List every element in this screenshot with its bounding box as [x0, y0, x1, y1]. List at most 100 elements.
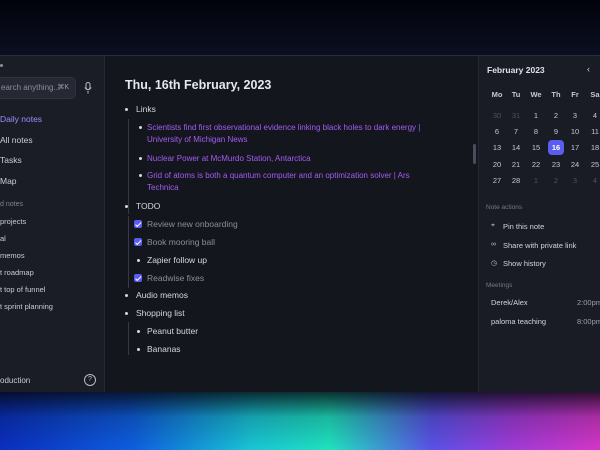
shopping-item[interactable]: Bananas — [147, 344, 181, 354]
link-text-line[interactable]: University of Michigan News — [147, 134, 420, 146]
calendar-day[interactable]: 10 — [566, 125, 584, 139]
bullet-point — [139, 157, 142, 160]
background-gradient — [0, 390, 600, 450]
help-icon[interactable]: ? — [84, 374, 96, 386]
calendar-day[interactable]: 30 — [488, 109, 506, 123]
link-item[interactable]: Scientists find first observational evid… — [147, 122, 420, 146]
weekday-header: Fr — [571, 90, 579, 99]
window-control-dot[interactable] — [0, 64, 3, 67]
calendar-day[interactable]: 11 — [586, 125, 600, 139]
calendar-day[interactable]: 20 — [488, 158, 506, 172]
link-item[interactable]: Nuclear Power at McMurdo Station, Antarc… — [147, 153, 311, 165]
bullet-point — [125, 205, 128, 208]
calendar-day[interactable]: 4 — [586, 174, 600, 188]
bullet-point — [139, 126, 142, 129]
calendar-day[interactable]: 22 — [527, 158, 545, 172]
calendar-day[interactable]: 6 — [488, 125, 506, 139]
sidebar-page-item[interactable]: t roadmap — [0, 268, 34, 277]
calendar-day[interactable]: 15 — [527, 141, 545, 155]
weekday-header: Sa — [590, 90, 600, 99]
meeting-time: 2:00pm — [577, 298, 600, 307]
action-label: Share with private link — [503, 241, 577, 250]
weekday-header: Mo — [491, 90, 503, 99]
todo-item[interactable]: Book mooring ball — [147, 237, 215, 247]
calendar-day[interactable]: 28 — [507, 174, 525, 188]
pin-icon: ⌖ — [491, 222, 495, 229]
calendar-day[interactable]: 17 — [566, 141, 584, 155]
nav-all-notes[interactable]: All notes — [0, 135, 33, 145]
link-text-line[interactable]: Nuclear Power at McMurdo Station, Antarc… — [147, 153, 311, 165]
todo-checkbox[interactable] — [134, 274, 142, 282]
link-text-line[interactable]: Grid of atoms is both a quantum computer… — [147, 170, 410, 182]
todo-item[interactable]: Readwise fixes — [147, 273, 204, 283]
calendar-day[interactable]: 3 — [566, 109, 584, 123]
audio-memos-item[interactable]: Audio memos — [136, 290, 188, 300]
calendar-day[interactable]: 25 — [586, 158, 600, 172]
bullet-point — [125, 312, 128, 315]
indent-guide — [128, 216, 129, 288]
sidebar-footer-label[interactable]: oduction — [0, 376, 30, 385]
sidebar-page-item[interactable]: al — [0, 234, 6, 243]
bullet-point — [137, 348, 140, 351]
sidebar-page-item[interactable]: t sprint planning — [0, 302, 53, 311]
nav-daily-notes[interactable]: Daily notes — [0, 114, 42, 124]
sidebar-page-item[interactable]: memos — [0, 251, 25, 260]
sidebar-page-item[interactable]: projects — [0, 217, 26, 226]
calendar-day[interactable]: 14 — [507, 141, 525, 155]
links-heading[interactable]: Links — [136, 104, 156, 114]
bullet-point — [137, 259, 140, 262]
todo-item[interactable]: Zapier follow up — [147, 255, 207, 265]
link-text-line[interactable]: Technica — [147, 182, 410, 194]
calendar-day[interactable]: 1 — [527, 109, 545, 123]
section-label-pinned: d notes — [0, 201, 23, 208]
calendar-day[interactable]: 2 — [547, 174, 565, 188]
calendar-day[interactable]: 13 — [488, 141, 506, 155]
nav-tasks[interactable]: Tasks — [0, 155, 22, 165]
calendar-day[interactable]: 9 — [547, 125, 565, 139]
link-text-line[interactable]: Scientists find first observational evid… — [147, 122, 420, 134]
calendar-day-selected[interactable]: 16 — [548, 140, 564, 155]
page-title: Thu, 16th February, 2023 — [125, 78, 272, 92]
link-icon: ∞ — [491, 241, 496, 248]
background-top — [0, 0, 600, 56]
calendar-day[interactable]: 3 — [566, 174, 584, 188]
todo-checkbox[interactable] — [134, 238, 142, 246]
bullet-point — [125, 108, 128, 111]
meeting-name[interactable]: paloma teaching — [491, 317, 546, 326]
scrollbar-thumb[interactable] — [473, 144, 476, 164]
right-panel: February 2023 ‹ Mo Tu We Th Fr Sa 30 31 … — [478, 56, 600, 392]
calendar-day[interactable]: 7 — [507, 125, 525, 139]
calendar-day[interactable]: 4 — [586, 109, 600, 123]
calendar-day[interactable]: 31 — [507, 109, 525, 123]
sidebar: earch anything... ⌘K Daily notes All not… — [0, 56, 105, 392]
shopping-item[interactable]: Peanut butter — [147, 326, 198, 336]
calendar-day[interactable]: 27 — [488, 174, 506, 188]
indent-guide — [128, 119, 129, 214]
todo-item[interactable]: Review new onboarding — [147, 219, 238, 229]
calendar-day[interactable]: 24 — [566, 158, 584, 172]
todo-heading[interactable]: TODO — [136, 201, 160, 211]
calendar-day[interactable]: 23 — [547, 158, 565, 172]
note-editor: Thu, 16th February, 2023 Links Scientist… — [105, 56, 477, 392]
calendar-day[interactable]: 2 — [547, 109, 565, 123]
weekday-header: Tu — [511, 90, 521, 99]
meeting-name[interactable]: Derek/Alex — [491, 298, 528, 307]
calendar-day[interactable]: 1 — [527, 174, 545, 188]
app-window: earch anything... ⌘K Daily notes All not… — [0, 55, 600, 392]
nav-map[interactable]: Map — [0, 176, 17, 186]
link-item[interactable]: Grid of atoms is both a quantum computer… — [147, 170, 410, 194]
bullet-point — [125, 294, 128, 297]
calendar-day[interactable]: 18 — [586, 141, 600, 155]
search-placeholder: earch anything... — [1, 83, 61, 92]
shopping-list-heading[interactable]: Shopping list — [136, 308, 185, 318]
sidebar-page-item[interactable]: t top of funnel — [0, 285, 45, 294]
action-label: Pin this note — [503, 222, 545, 231]
calendar-day[interactable]: 21 — [507, 158, 525, 172]
chevron-left-icon[interactable]: ‹ — [587, 64, 590, 74]
search-shortcut: ⌘K — [57, 84, 69, 91]
microphone-icon[interactable] — [84, 82, 92, 94]
todo-checkbox[interactable] — [134, 220, 142, 228]
search-input[interactable]: earch anything... ⌘K — [0, 77, 76, 99]
bullet-point — [137, 330, 140, 333]
calendar-day[interactable]: 8 — [527, 125, 545, 139]
